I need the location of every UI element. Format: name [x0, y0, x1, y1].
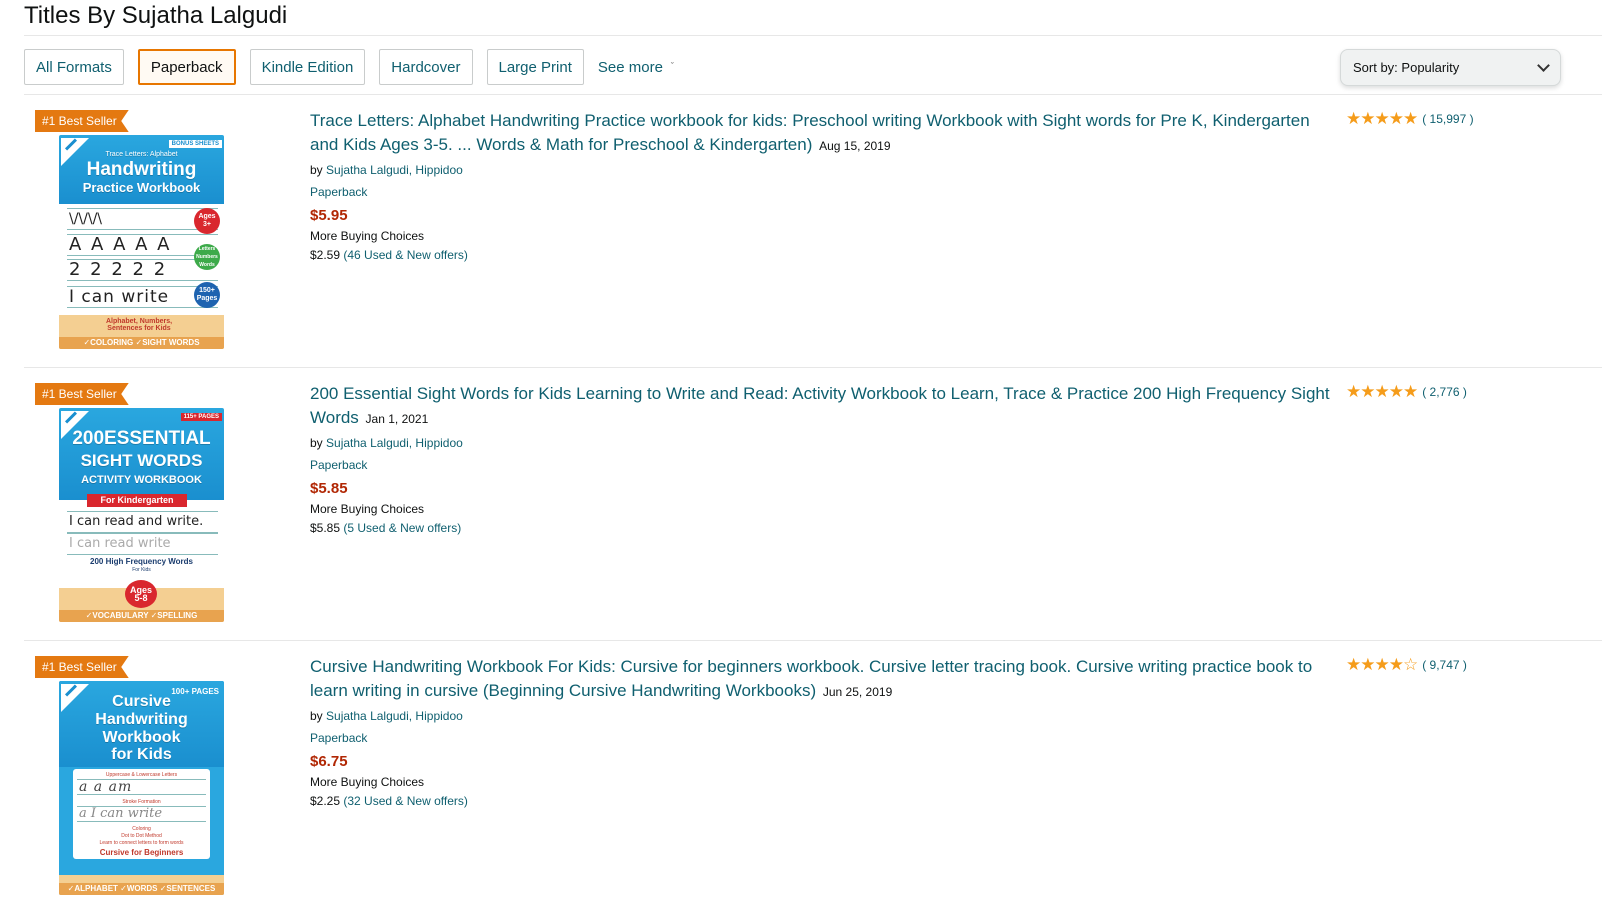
cover-trace-line: I can read write — [67, 533, 218, 555]
more-buying-choices-label: More Buying Choices — [310, 229, 425, 243]
cover-title-2: Handwriting — [95, 711, 188, 728]
by-label: by — [310, 436, 323, 450]
see-more-label: See more — [597, 58, 663, 76]
cover-label: Uppercase & Lowercase Letters — [105, 772, 178, 778]
cover-subtitle: ACTIVITY WORKBOOK — [81, 474, 202, 486]
book-cover-image[interactable]: 115+ PAGES 200ESSENTIAL SIGHT WORDS ACTI… — [59, 408, 224, 622]
rating-count-link[interactable]: ( 15,997 ) — [1422, 112, 1473, 126]
format-link[interactable]: Paperback — [310, 731, 1340, 746]
cover-subtitle: Trace Letters: Alphabet — [105, 151, 178, 158]
cover-pages-badge: 150+ Pages — [194, 282, 220, 308]
publish-date: Aug 15, 2019 — [819, 139, 891, 153]
cover-strip: ✓VOCABULARY ✓SPELLING — [59, 610, 224, 622]
cover-trace-line: a a am — [77, 779, 206, 795]
filter-kindle-edition[interactable]: Kindle Edition — [249, 49, 366, 85]
cover-label: Learn to connect letters to form words — [99, 840, 184, 846]
cover-trace-line: I can read and write. — [67, 511, 218, 533]
star-rating-icon[interactable]: ★★★★★ — [1346, 110, 1418, 127]
cover-title-4: for Kids — [111, 746, 172, 763]
result-item: #1 Best Seller BONUS SHEETS Trace Letter… — [0, 95, 1602, 368]
page-title: Titles By Sujatha Lalgudi — [24, 2, 288, 29]
author-link[interactable]: Sujatha Lalgudi, Hippidoo — [326, 436, 463, 450]
cover-label: Stroke Formation — [122, 799, 161, 805]
chevron-down-icon — [1537, 59, 1550, 72]
format-link[interactable]: Paperback — [310, 458, 1340, 473]
book-cover-image[interactable]: 100+ PAGES Cursive Handwriting Workbook … — [59, 681, 224, 895]
publish-date: Jan 1, 2021 — [365, 412, 429, 426]
author-link[interactable]: Sujatha Lalgudi, Hippidoo — [326, 709, 463, 723]
chevron-down-icon: ˇ — [670, 60, 674, 71]
publish-date: Jun 25, 2019 — [822, 685, 893, 699]
used-new-offers-link[interactable]: (32 Used & New offers) — [343, 794, 468, 808]
rating: ★★★★☆ ( 9,747 ) — [1346, 656, 1467, 673]
cover-trace-line: a I can write — [77, 806, 206, 822]
cover-age-badge: Ages 3+ — [194, 208, 220, 234]
cover-title: Cursive — [112, 693, 171, 710]
used-new-offers-link[interactable]: (46 Used & New offers) — [343, 248, 468, 262]
rating-count-link[interactable]: ( 2,776 ) — [1422, 385, 1467, 399]
book-cover-image[interactable]: BONUS SHEETS Trace Letters: Alphabet Han… — [59, 135, 224, 349]
best-seller-badge: #1 Best Seller — [35, 110, 129, 132]
offer-price: $5.85 — [310, 521, 341, 535]
result-item: #1 Best Seller 100+ PAGES Cursive Handwr… — [0, 641, 1602, 914]
cover-tag: 115+ PAGES — [180, 413, 222, 421]
sort-value: Popularity — [1401, 60, 1460, 75]
author-link[interactable]: Sujatha Lalgudi, Hippidoo — [326, 163, 463, 177]
filter-large-print[interactable]: Large Print — [486, 49, 584, 85]
rating: ★★★★★ ( 15,997 ) — [1346, 110, 1474, 127]
more-buying-choices-label: More Buying Choices — [310, 775, 425, 789]
used-new-offers-link[interactable]: (5 Used & New offers) — [343, 521, 461, 535]
cover-ribbon: For Kindergarten — [87, 494, 187, 507]
cover-title-3: Workbook — [102, 729, 181, 746]
best-seller-badge: #1 Best Seller — [35, 656, 129, 678]
by-label: by — [310, 163, 323, 177]
product-title-link[interactable]: 200 Essential Sight Words for Kids Learn… — [310, 384, 1330, 427]
cover-title-2: SIGHT WORDS — [80, 451, 203, 470]
by-label: by — [310, 709, 323, 723]
cover-sublabel: For Kids — [132, 567, 151, 573]
cover-tag: BONUS SHEETS — [168, 140, 222, 148]
sort-prefix: Sort by: — [1353, 60, 1398, 75]
cover-title-2: Practice Workbook — [82, 180, 201, 195]
price: $5.95 — [310, 207, 348, 224]
cover-strip: ✓COLORING ✓SIGHT WORDS — [59, 337, 224, 349]
offer-price: $2.25 — [310, 794, 341, 808]
filter-paperback[interactable]: Paperback — [137, 49, 236, 85]
cover-letters-badge: Letters Numbers Words — [194, 244, 220, 270]
cover-label: Dot to Dot Method — [121, 833, 162, 839]
cover-title: Handwriting — [86, 159, 197, 180]
format-filters: All Formats Paperback Kindle Edition Har… — [24, 49, 674, 85]
see-more-link[interactable]: See more ˇ — [598, 59, 674, 76]
cover-title: 200ESSENTIAL — [72, 428, 211, 449]
cover-label: 200 High Frequency Words — [90, 557, 193, 566]
more-buying-choices-label: More Buying Choices — [310, 502, 425, 516]
price: $6.75 — [310, 753, 348, 770]
product-title-link[interactable]: Cursive Handwriting Workbook For Kids: C… — [310, 657, 1312, 700]
cover-age-badge: Ages 5-8 — [125, 580, 157, 608]
offer-price: $2.59 — [310, 248, 341, 262]
divider — [24, 35, 1602, 36]
star-rating-icon[interactable]: ★★★★☆ — [1346, 656, 1418, 673]
cover-footer-label: Alphabet, Numbers, Sentences for Kids — [105, 318, 173, 332]
format-link[interactable]: Paperback — [310, 185, 1340, 200]
cover-strip: ✓ALPHABET ✓WORDS ✓SENTENCES — [59, 883, 224, 895]
cover-label: Coloring — [132, 826, 151, 832]
sort-dropdown[interactable]: Sort by: Popularity — [1340, 49, 1561, 86]
filter-all-formats[interactable]: All Formats — [24, 49, 124, 85]
result-item: #1 Best Seller 115+ PAGES 200ESSENTIAL S… — [0, 368, 1602, 641]
cover-label: Cursive for Beginners — [99, 848, 184, 857]
star-rating-icon[interactable]: ★★★★★ — [1346, 383, 1418, 400]
filter-hardcover[interactable]: Hardcover — [379, 49, 473, 85]
price: $5.85 — [310, 480, 348, 497]
rating: ★★★★★ ( 2,776 ) — [1346, 383, 1467, 400]
product-title-link[interactable]: Trace Letters: Alphabet Handwriting Prac… — [310, 111, 1310, 154]
best-seller-badge: #1 Best Seller — [35, 383, 129, 405]
rating-count-link[interactable]: ( 9,747 ) — [1422, 658, 1467, 672]
